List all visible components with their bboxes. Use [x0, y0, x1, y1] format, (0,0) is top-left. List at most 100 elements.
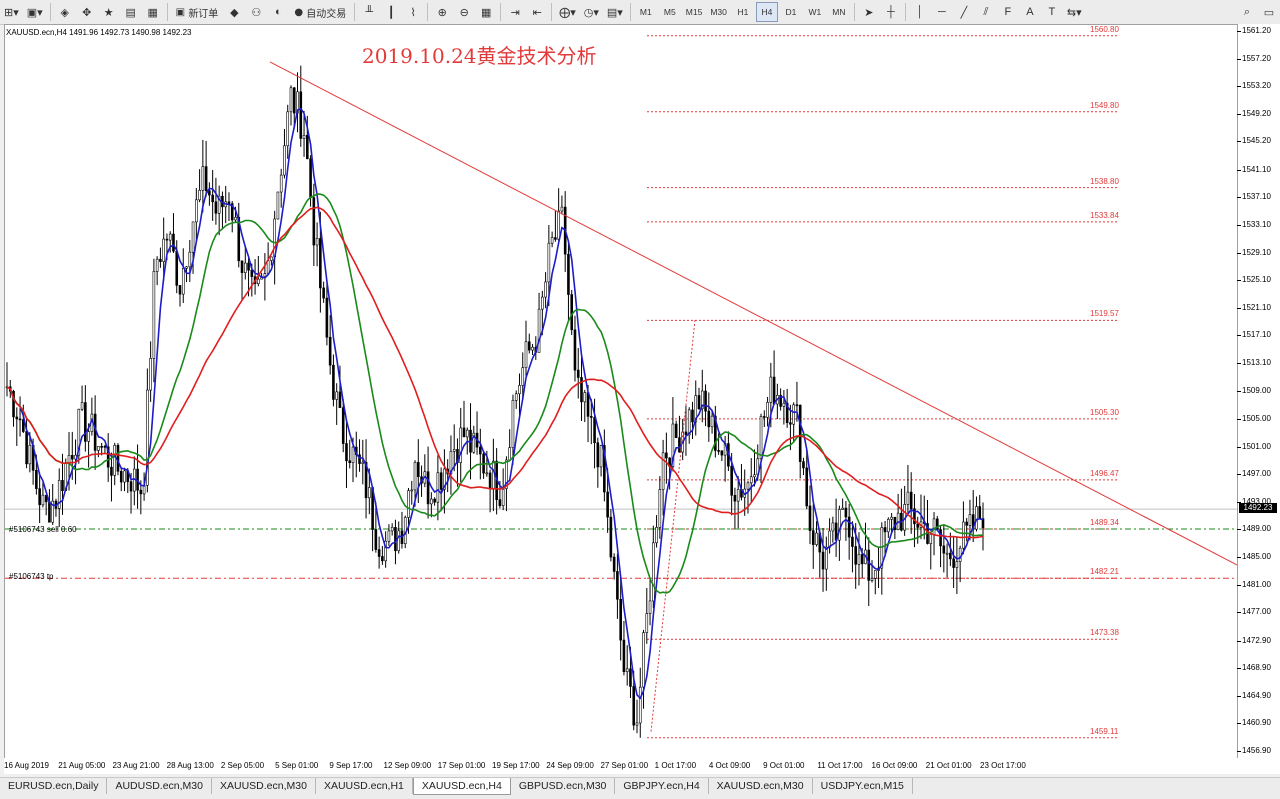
level-label: 1519.57	[1090, 309, 1119, 319]
chart-tab[interactable]: AUDUSD.ecn,M30	[107, 778, 212, 794]
price-tick: 1561.20	[1237, 26, 1271, 35]
candle-body	[978, 506, 982, 519]
periods-icon[interactable]: ◷▾	[581, 2, 602, 22]
candle-body	[492, 460, 495, 490]
metaeditor-icon[interactable]: ◆	[224, 2, 244, 22]
time-tick: 1 Oct 17:00	[654, 761, 697, 770]
candle-body	[762, 416, 766, 418]
timeframe-w1[interactable]: W1	[804, 2, 826, 22]
line-chart-icon[interactable]: ⌇	[403, 2, 423, 22]
vertical-line-icon[interactable]: │	[910, 2, 930, 22]
candle-body	[315, 238, 319, 246]
toolbar-separator	[49, 3, 51, 21]
candle-body	[407, 490, 410, 518]
cursor-icon[interactable]: ➤	[859, 2, 879, 22]
timeframe-h4[interactable]: H4	[755, 2, 778, 22]
data-window-icon[interactable]: ✥	[77, 2, 97, 22]
horizontal-line-icon[interactable]: ─	[932, 2, 952, 22]
candle-body	[769, 376, 773, 403]
candle-body	[394, 527, 397, 552]
timeframe-h1[interactable]: H1	[732, 2, 754, 22]
candle-body	[485, 472, 489, 475]
chart-tab[interactable]: USDJPY.ecn,M15	[813, 778, 913, 794]
candle-body	[508, 447, 511, 461]
candle-body	[730, 465, 733, 496]
candle-body	[847, 516, 851, 538]
price-tick: 1501.00	[1237, 441, 1271, 451]
chart-tab[interactable]: XAUUSD.ecn,H1	[316, 778, 413, 794]
candle-body	[41, 494, 45, 506]
candle-body	[309, 158, 312, 198]
terminal-icon[interactable]: ▤	[121, 2, 141, 22]
candle-body	[459, 427, 463, 463]
timeframe-m15[interactable]: M15	[683, 2, 706, 22]
chart-tab[interactable]: XAUUSD.ecn,H4	[412, 778, 511, 795]
candle-body	[593, 417, 596, 444]
timeframe-m1[interactable]: M1	[635, 2, 657, 22]
text-tool-icon[interactable]: A	[1020, 2, 1040, 22]
candle-body	[25, 431, 28, 465]
chat-icon[interactable]: ▭	[1259, 2, 1279, 22]
candle-body	[606, 491, 609, 518]
candle-body	[798, 404, 802, 462]
chart-tab[interactable]: XAUUSD.ecn,M30	[709, 778, 813, 794]
text-label-icon[interactable]: T	[1042, 2, 1062, 22]
market-icon[interactable]: ◐	[268, 2, 288, 22]
chart-tab[interactable]: GBPUSD.ecn,M30	[511, 778, 616, 794]
indicators-icon[interactable]: ⨁▾	[556, 2, 579, 22]
chart-shift-icon[interactable]: ⇤	[527, 2, 547, 22]
chart-tab[interactable]: EURUSD.ecn,Daily	[0, 778, 108, 794]
candle-body	[168, 233, 172, 241]
chart-title: 2019.10.24黄金技术分析	[362, 44, 597, 68]
candle-body	[397, 530, 401, 552]
candle-body	[181, 268, 185, 295]
timeframe-m30[interactable]: M30	[707, 2, 730, 22]
channel-icon[interactable]: ⫽	[976, 2, 996, 22]
candle-body	[576, 369, 580, 378]
candlestick-icon[interactable]: ┃	[381, 2, 401, 22]
timeframe-mn[interactable]: MN	[828, 2, 850, 22]
autoscroll-icon[interactable]: ⇥	[505, 2, 525, 22]
candle-body	[736, 489, 740, 502]
candle-body	[687, 409, 691, 436]
candle-body	[498, 499, 502, 507]
candle-body	[335, 391, 338, 400]
candle-body	[873, 570, 877, 579]
candle-body	[103, 446, 107, 448]
chart-area[interactable]	[4, 24, 1238, 774]
timeframe-d1[interactable]: D1	[780, 2, 802, 22]
crosshair-icon[interactable]: ┼	[881, 2, 901, 22]
tester-icon[interactable]: ▦	[143, 2, 163, 22]
chart-tab[interactable]: GBPJPY.ecn,H4	[615, 778, 709, 794]
profiles-icon[interactable]: ▣▾	[24, 2, 46, 22]
candle-body	[527, 341, 531, 351]
autotrading-button[interactable]: ● 自动交易	[290, 2, 350, 22]
candle-body	[283, 145, 286, 176]
new-chart-icon[interactable]: ⊞▾	[1, 2, 22, 22]
signals-icon[interactable]: ⚇	[246, 2, 266, 22]
candle-body	[276, 191, 280, 220]
time-tick: 19 Sep 17:00	[492, 761, 540, 770]
chart-tab[interactable]: XAUUSD.ecn,M30	[212, 778, 316, 794]
bar-chart-icon[interactable]: ╨	[359, 2, 379, 22]
market-watch-icon[interactable]: ◈	[55, 2, 75, 22]
candle-body	[410, 489, 414, 492]
zoom-in-icon[interactable]: ⊕	[432, 2, 452, 22]
fibonacci-icon[interactable]: F	[998, 2, 1018, 22]
candle-body	[247, 262, 250, 271]
arrows-icon[interactable]: ⇆▾	[1064, 2, 1085, 22]
time-tick: 16 Oct 09:00	[871, 761, 918, 770]
zoom-out-icon[interactable]: ⊖	[454, 2, 474, 22]
candle-body	[18, 418, 22, 421]
navigator-icon[interactable]: ★	[99, 2, 119, 22]
candle-body	[413, 462, 417, 491]
timeframe-m5[interactable]: M5	[659, 2, 681, 22]
time-tick: 11 Oct 17:00	[817, 761, 863, 770]
new-order-button[interactable]: ▣ 新订单	[172, 2, 223, 22]
trendline-icon[interactable]: ╱	[954, 2, 974, 22]
search-icon[interactable]: ⌕	[1237, 2, 1257, 22]
candle-body	[906, 491, 910, 505]
candle-body	[234, 216, 237, 221]
tile-windows-icon[interactable]: ▦	[476, 2, 496, 22]
templates-icon[interactable]: ▤▾	[604, 2, 626, 22]
